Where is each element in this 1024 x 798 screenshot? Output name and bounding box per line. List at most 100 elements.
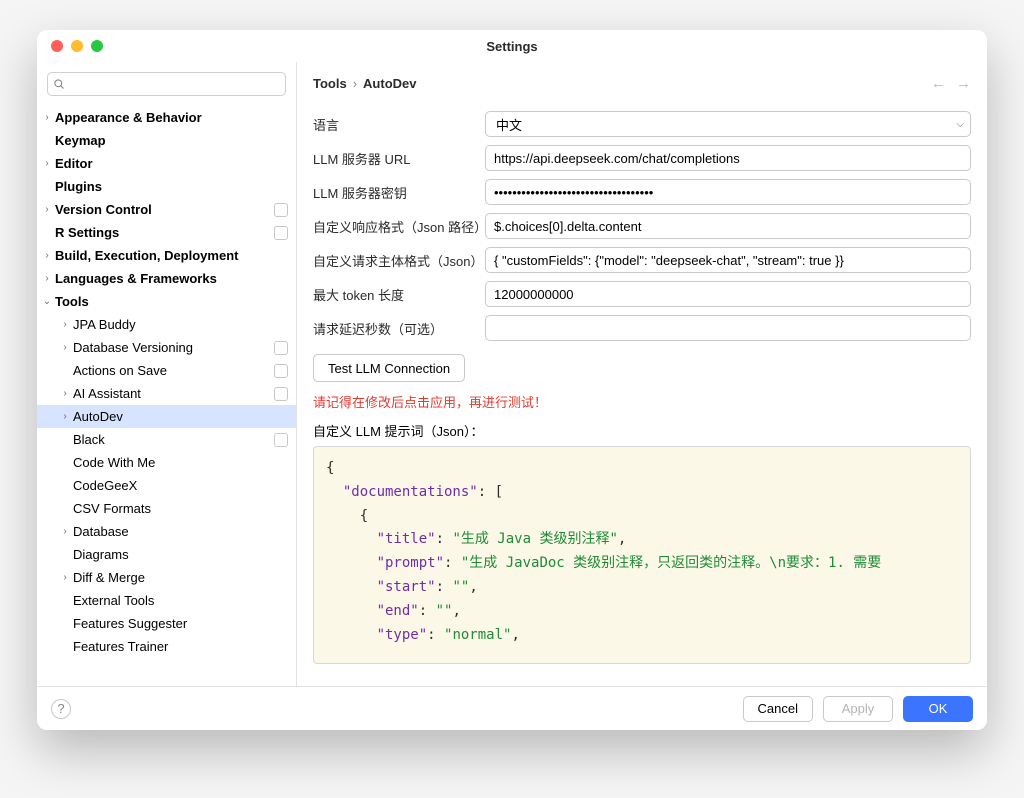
server-url-label: LLM 服务器 URL: [313, 149, 485, 168]
sidebar-item-features-suggester[interactable]: Features Suggester: [37, 612, 296, 635]
sidebar-item-label: Editor: [55, 156, 288, 171]
sidebar-item-r-settings[interactable]: R Settings: [37, 221, 296, 244]
sidebar: ›Appearance & BehaviorKeymap›EditorPlugi…: [37, 62, 297, 686]
request-format-input[interactable]: [485, 247, 971, 273]
server-key-input[interactable]: [485, 179, 971, 205]
sidebar-item-label: Diff & Merge: [73, 570, 288, 585]
chevron-right-icon[interactable]: ›: [59, 342, 71, 353]
sidebar-item-plugins[interactable]: Plugins: [37, 175, 296, 198]
form-area: 语言 中文 ⌵ LLM 服务器 URL LLM 服务器密钥 自定义响应格式（Js…: [297, 100, 987, 686]
request-format-label: 自定义请求主体格式（Json）: [313, 251, 485, 270]
sidebar-item-black[interactable]: Black: [37, 428, 296, 451]
scope-badge-icon: [274, 226, 288, 240]
chevron-down-icon[interactable]: ⌄: [41, 296, 53, 307]
sidebar-item-external-tools[interactable]: External Tools: [37, 589, 296, 612]
response-format-input[interactable]: [485, 213, 971, 239]
sidebar-item-diff-merge[interactable]: ›Diff & Merge: [37, 566, 296, 589]
sidebar-item-label: Build, Execution, Deployment: [55, 248, 288, 263]
sidebar-item-database-versioning[interactable]: ›Database Versioning: [37, 336, 296, 359]
sidebar-item-label: R Settings: [55, 225, 270, 240]
breadcrumb-leaf: AutoDev: [363, 76, 416, 91]
sidebar-item-keymap[interactable]: Keymap: [37, 129, 296, 152]
sidebar-item-label: External Tools: [73, 593, 288, 608]
nav-forward-icon[interactable]: →: [956, 75, 971, 92]
sidebar-item-csv-formats[interactable]: CSV Formats: [37, 497, 296, 520]
titlebar: Settings: [37, 30, 987, 62]
chevron-right-icon[interactable]: ›: [59, 319, 71, 330]
scope-badge-icon: [274, 203, 288, 217]
sidebar-item-ai-assistant[interactable]: ›AI Assistant: [37, 382, 296, 405]
minimize-icon[interactable]: [71, 40, 83, 52]
breadcrumb-root: Tools: [313, 76, 347, 91]
chevron-right-icon[interactable]: ›: [59, 388, 71, 399]
delay-input[interactable]: [485, 315, 971, 341]
settings-tree[interactable]: ›Appearance & BehaviorKeymap›EditorPlugi…: [37, 100, 296, 686]
server-url-input[interactable]: [485, 145, 971, 171]
sidebar-item-version-control[interactable]: ›Version Control: [37, 198, 296, 221]
scope-badge-icon: [274, 433, 288, 447]
maximize-icon[interactable]: [91, 40, 103, 52]
sidebar-item-build-execution-deployment[interactable]: ›Build, Execution, Deployment: [37, 244, 296, 267]
prompt-code-editor[interactable]: { "documentations": [ { "title": "生成 Jav…: [313, 446, 971, 664]
sidebar-item-label: Database: [73, 524, 288, 539]
sidebar-item-code-with-me[interactable]: Code With Me: [37, 451, 296, 474]
prompt-label: 自定义 LLM 提示词（Json）：: [313, 421, 971, 440]
chevron-right-icon[interactable]: ›: [41, 204, 53, 215]
chevron-right-icon[interactable]: ›: [59, 411, 71, 422]
max-token-label: 最大 token 长度: [313, 285, 485, 304]
sidebar-item-actions-on-save[interactable]: Actions on Save: [37, 359, 296, 382]
language-value: 中文: [496, 115, 522, 134]
sidebar-item-label: Appearance & Behavior: [55, 110, 288, 125]
close-icon[interactable]: [51, 40, 63, 52]
ok-button[interactable]: OK: [903, 696, 973, 722]
warning-text: 请记得在修改后点击应用，再进行测试！: [313, 392, 971, 411]
sidebar-item-database[interactable]: ›Database: [37, 520, 296, 543]
language-select[interactable]: 中文 ⌵: [485, 111, 971, 137]
nav-back-icon[interactable]: ←: [931, 75, 946, 92]
scope-badge-icon: [274, 364, 288, 378]
sidebar-item-label: Features Suggester: [73, 616, 288, 631]
window-title: Settings: [37, 39, 987, 54]
server-key-label: LLM 服务器密钥: [313, 183, 485, 202]
chevron-down-icon: ⌵: [956, 119, 964, 130]
help-icon[interactable]: ?: [51, 699, 71, 719]
chevron-right-icon[interactable]: ›: [59, 526, 71, 537]
sidebar-item-label: Plugins: [55, 179, 288, 194]
chevron-right-icon[interactable]: ›: [41, 273, 53, 284]
sidebar-item-features-trainer[interactable]: Features Trainer: [37, 635, 296, 658]
sidebar-item-label: Languages & Frameworks: [55, 271, 288, 286]
apply-button[interactable]: Apply: [823, 696, 893, 722]
sidebar-item-tools[interactable]: ⌄Tools: [37, 290, 296, 313]
test-connection-button[interactable]: Test LLM Connection: [313, 354, 465, 382]
sidebar-item-label: Version Control: [55, 202, 270, 217]
sidebar-item-label: CodeGeeX: [73, 478, 288, 493]
sidebar-item-label: JPA Buddy: [73, 317, 288, 332]
chevron-right-icon[interactable]: ›: [41, 250, 53, 261]
chevron-right-icon[interactable]: ›: [59, 572, 71, 583]
footer: ? Cancel Apply OK: [37, 686, 987, 730]
sidebar-item-label: Actions on Save: [73, 363, 270, 378]
response-format-label: 自定义响应格式（Json 路径）: [313, 217, 485, 236]
language-label: 语言: [313, 115, 485, 134]
max-token-input[interactable]: [485, 281, 971, 307]
sidebar-item-languages-frameworks[interactable]: ›Languages & Frameworks: [37, 267, 296, 290]
sidebar-item-label: Diagrams: [73, 547, 288, 562]
sidebar-item-label: Tools: [55, 294, 288, 309]
sidebar-item-appearance-behavior[interactable]: ›Appearance & Behavior: [37, 106, 296, 129]
breadcrumb-separator: ›: [353, 76, 357, 91]
search-input[interactable]: [47, 72, 286, 96]
settings-window: Settings ›Appearance & BehaviorKeymap›Ed…: [37, 30, 987, 730]
sidebar-item-diagrams[interactable]: Diagrams: [37, 543, 296, 566]
sidebar-item-label: Features Trainer: [73, 639, 288, 654]
sidebar-item-autodev[interactable]: ›AutoDev: [37, 405, 296, 428]
chevron-right-icon[interactable]: ›: [41, 112, 53, 123]
sidebar-item-label: Code With Me: [73, 455, 288, 470]
sidebar-item-label: AI Assistant: [73, 386, 270, 401]
sidebar-item-jpa-buddy[interactable]: ›JPA Buddy: [37, 313, 296, 336]
sidebar-item-label: CSV Formats: [73, 501, 288, 516]
sidebar-item-editor[interactable]: ›Editor: [37, 152, 296, 175]
sidebar-item-label: Keymap: [55, 133, 288, 148]
sidebar-item-codegeex[interactable]: CodeGeeX: [37, 474, 296, 497]
chevron-right-icon[interactable]: ›: [41, 158, 53, 169]
cancel-button[interactable]: Cancel: [743, 696, 813, 722]
